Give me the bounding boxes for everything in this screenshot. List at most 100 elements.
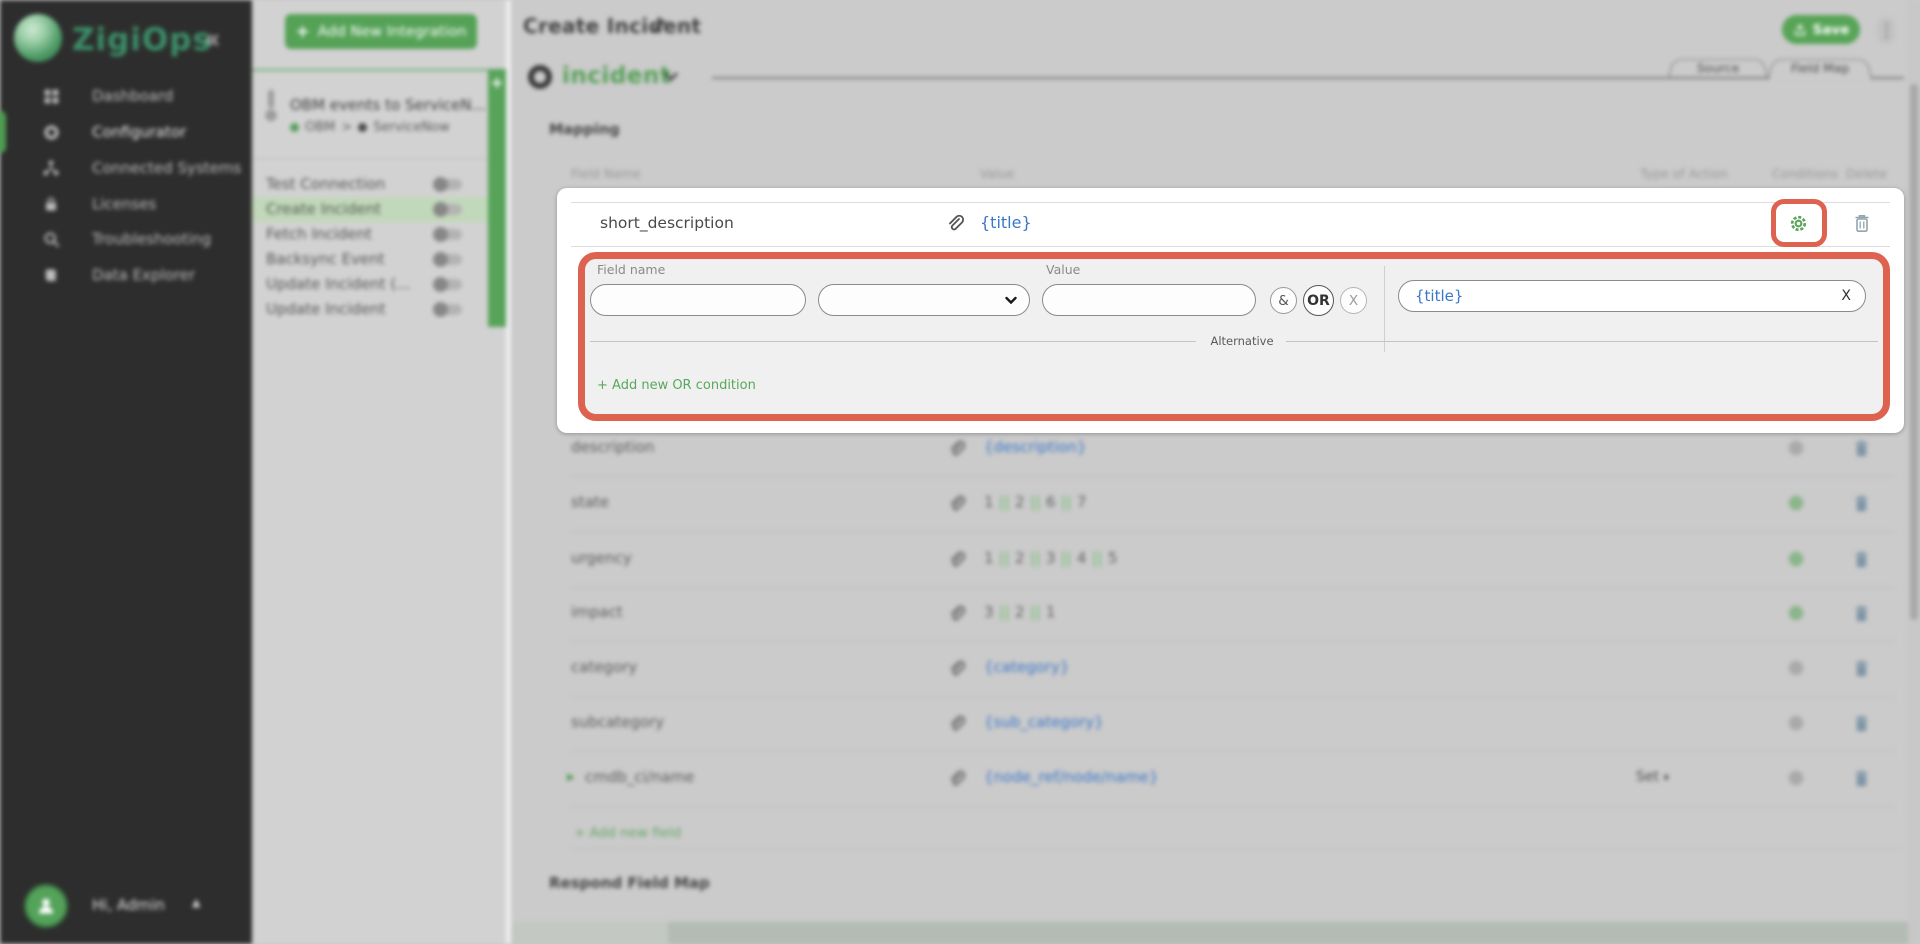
row-divider [571,476,1895,477]
clear-value-icon[interactable]: X [1841,288,1851,304]
value-separator: || [1025,493,1046,511]
scrollbar-thumb[interactable] [1910,84,1918,620]
tab-bar-line [712,77,1769,79]
value-separator: || [1086,549,1107,567]
delete-trash-icon[interactable] [1853,769,1870,788]
condition-value-input[interactable] [1042,284,1256,316]
row-divider [571,531,1895,532]
bottom-band [511,922,668,944]
conditions-gear-icon[interactable] [1787,550,1805,568]
expand-arrow-icon[interactable]: ▶ [567,772,575,783]
blurred-background-layer: ZigiOps « DashboardConfiguratorConnected… [0,0,1920,944]
conditions-gear-icon[interactable] [1787,494,1805,512]
divider [571,848,1898,849]
type-of-action-select[interactable]: Set ▾ [1636,769,1669,785]
alternative-label: Alternative [1204,334,1280,348]
value-separator: || [994,603,1015,621]
value-number: 2 [1015,549,1025,567]
divider [590,341,1196,342]
link-icon [948,659,967,678]
condition-field-name-input[interactable] [590,284,806,316]
delete-trash-icon[interactable] [1853,714,1870,733]
delete-trash-icon[interactable] [1853,213,1871,233]
delete-trash-icon[interactable] [1853,439,1870,458]
field-name: cmdb_ci/name [585,768,694,786]
delete-trash-icon[interactable] [1853,659,1870,678]
condition-result-value: {title} [1415,287,1841,305]
expanded-field-name: short_description [600,214,734,232]
tab-source-label: Source [1696,63,1740,77]
row-divider [571,641,1895,642]
expanded-field-value[interactable]: {title} [980,213,1032,232]
and-condition-button[interactable]: & [1270,287,1297,314]
field-value[interactable]: 1 || 2 || 6 || 7 [984,493,1086,511]
zigiops-app: ZigiOps « DashboardConfiguratorConnected… [0,0,1920,944]
condition-result-field[interactable]: {title} X [1398,280,1866,312]
divider [571,246,1890,247]
condition-operator-select[interactable] [818,284,1030,316]
conditions-gear-icon[interactable] [1789,214,1808,233]
field-name: state [571,493,609,511]
respond-field-map-title: Respond Field Map [549,874,710,892]
field-name-label: Field name [597,262,665,277]
conditions-gear-icon[interactable] [1787,604,1805,622]
mapping-rows: description {description} state 1 || 2 || 6… [0,0,1920,944]
field-name: subcategory [571,713,664,731]
link-icon [948,604,967,623]
delete-trash-icon[interactable] [1853,494,1870,513]
value-number: 2 [1015,603,1025,621]
remove-condition-button[interactable]: X [1340,287,1367,314]
value-token: {node_ref/node/name} [984,768,1158,786]
value-number: 7 [1077,493,1087,511]
field-name: impact [571,603,623,621]
value-number: 1 [1046,603,1056,621]
value-token: {sub_category} [984,713,1104,731]
caret-down-icon: ▾ [1663,771,1669,784]
link-icon [948,769,967,788]
field-name: urgency [571,549,632,567]
field-value[interactable]: 1 || 2 || 3 || 4 || 5 [984,549,1117,567]
field-value[interactable]: {sub_category} [984,713,1104,731]
field-value[interactable]: {node_ref/node/name} [984,768,1158,786]
or-condition-button[interactable]: OR [1303,285,1334,316]
link-icon [948,494,967,513]
row-divider [571,751,1895,752]
row-divider [571,806,1895,807]
delete-trash-icon[interactable] [1853,604,1870,623]
value-number: 5 [1108,549,1118,567]
value-number: 4 [1077,549,1087,567]
value-number: 3 [984,603,994,621]
link-icon [948,550,967,569]
tab-field-map[interactable]: Field Map [1768,59,1872,79]
field-value[interactable]: 3 || 2 || 1 [984,603,1055,621]
link-icon [948,439,967,458]
value-separator: || [1025,549,1046,567]
value-separator: || [1055,549,1076,567]
value-separator: || [1025,603,1046,621]
field-name: category [571,658,637,676]
value-separator: || [1055,493,1076,511]
add-new-field-link[interactable]: + Add new field [574,825,681,841]
link-icon [946,213,966,233]
row-divider [571,696,1895,697]
field-value[interactable]: {description} [984,438,1087,456]
value-separator: || [994,549,1015,567]
add-or-condition-link[interactable]: + Add new OR condition [597,378,756,393]
delete-trash-icon[interactable] [1853,550,1870,569]
value-number: 1 [984,493,994,511]
value-separator: || [994,493,1015,511]
conditions-gear-icon[interactable] [1787,439,1805,457]
value-label: Value [1046,262,1080,277]
chevron-down-icon [1005,296,1017,305]
conditions-gear-icon[interactable] [1787,714,1805,732]
row-divider [571,587,1895,588]
tab-bar-line [1871,77,1904,79]
divider [1384,266,1385,352]
field-name: description [571,438,654,456]
conditions-gear-icon[interactable] [1787,769,1805,787]
field-value[interactable]: {category} [984,658,1069,676]
conditions-gear-icon[interactable] [1787,659,1805,677]
divider [571,202,1890,203]
link-icon [948,714,967,733]
tab-field-map-label: Field Map [1790,63,1851,77]
